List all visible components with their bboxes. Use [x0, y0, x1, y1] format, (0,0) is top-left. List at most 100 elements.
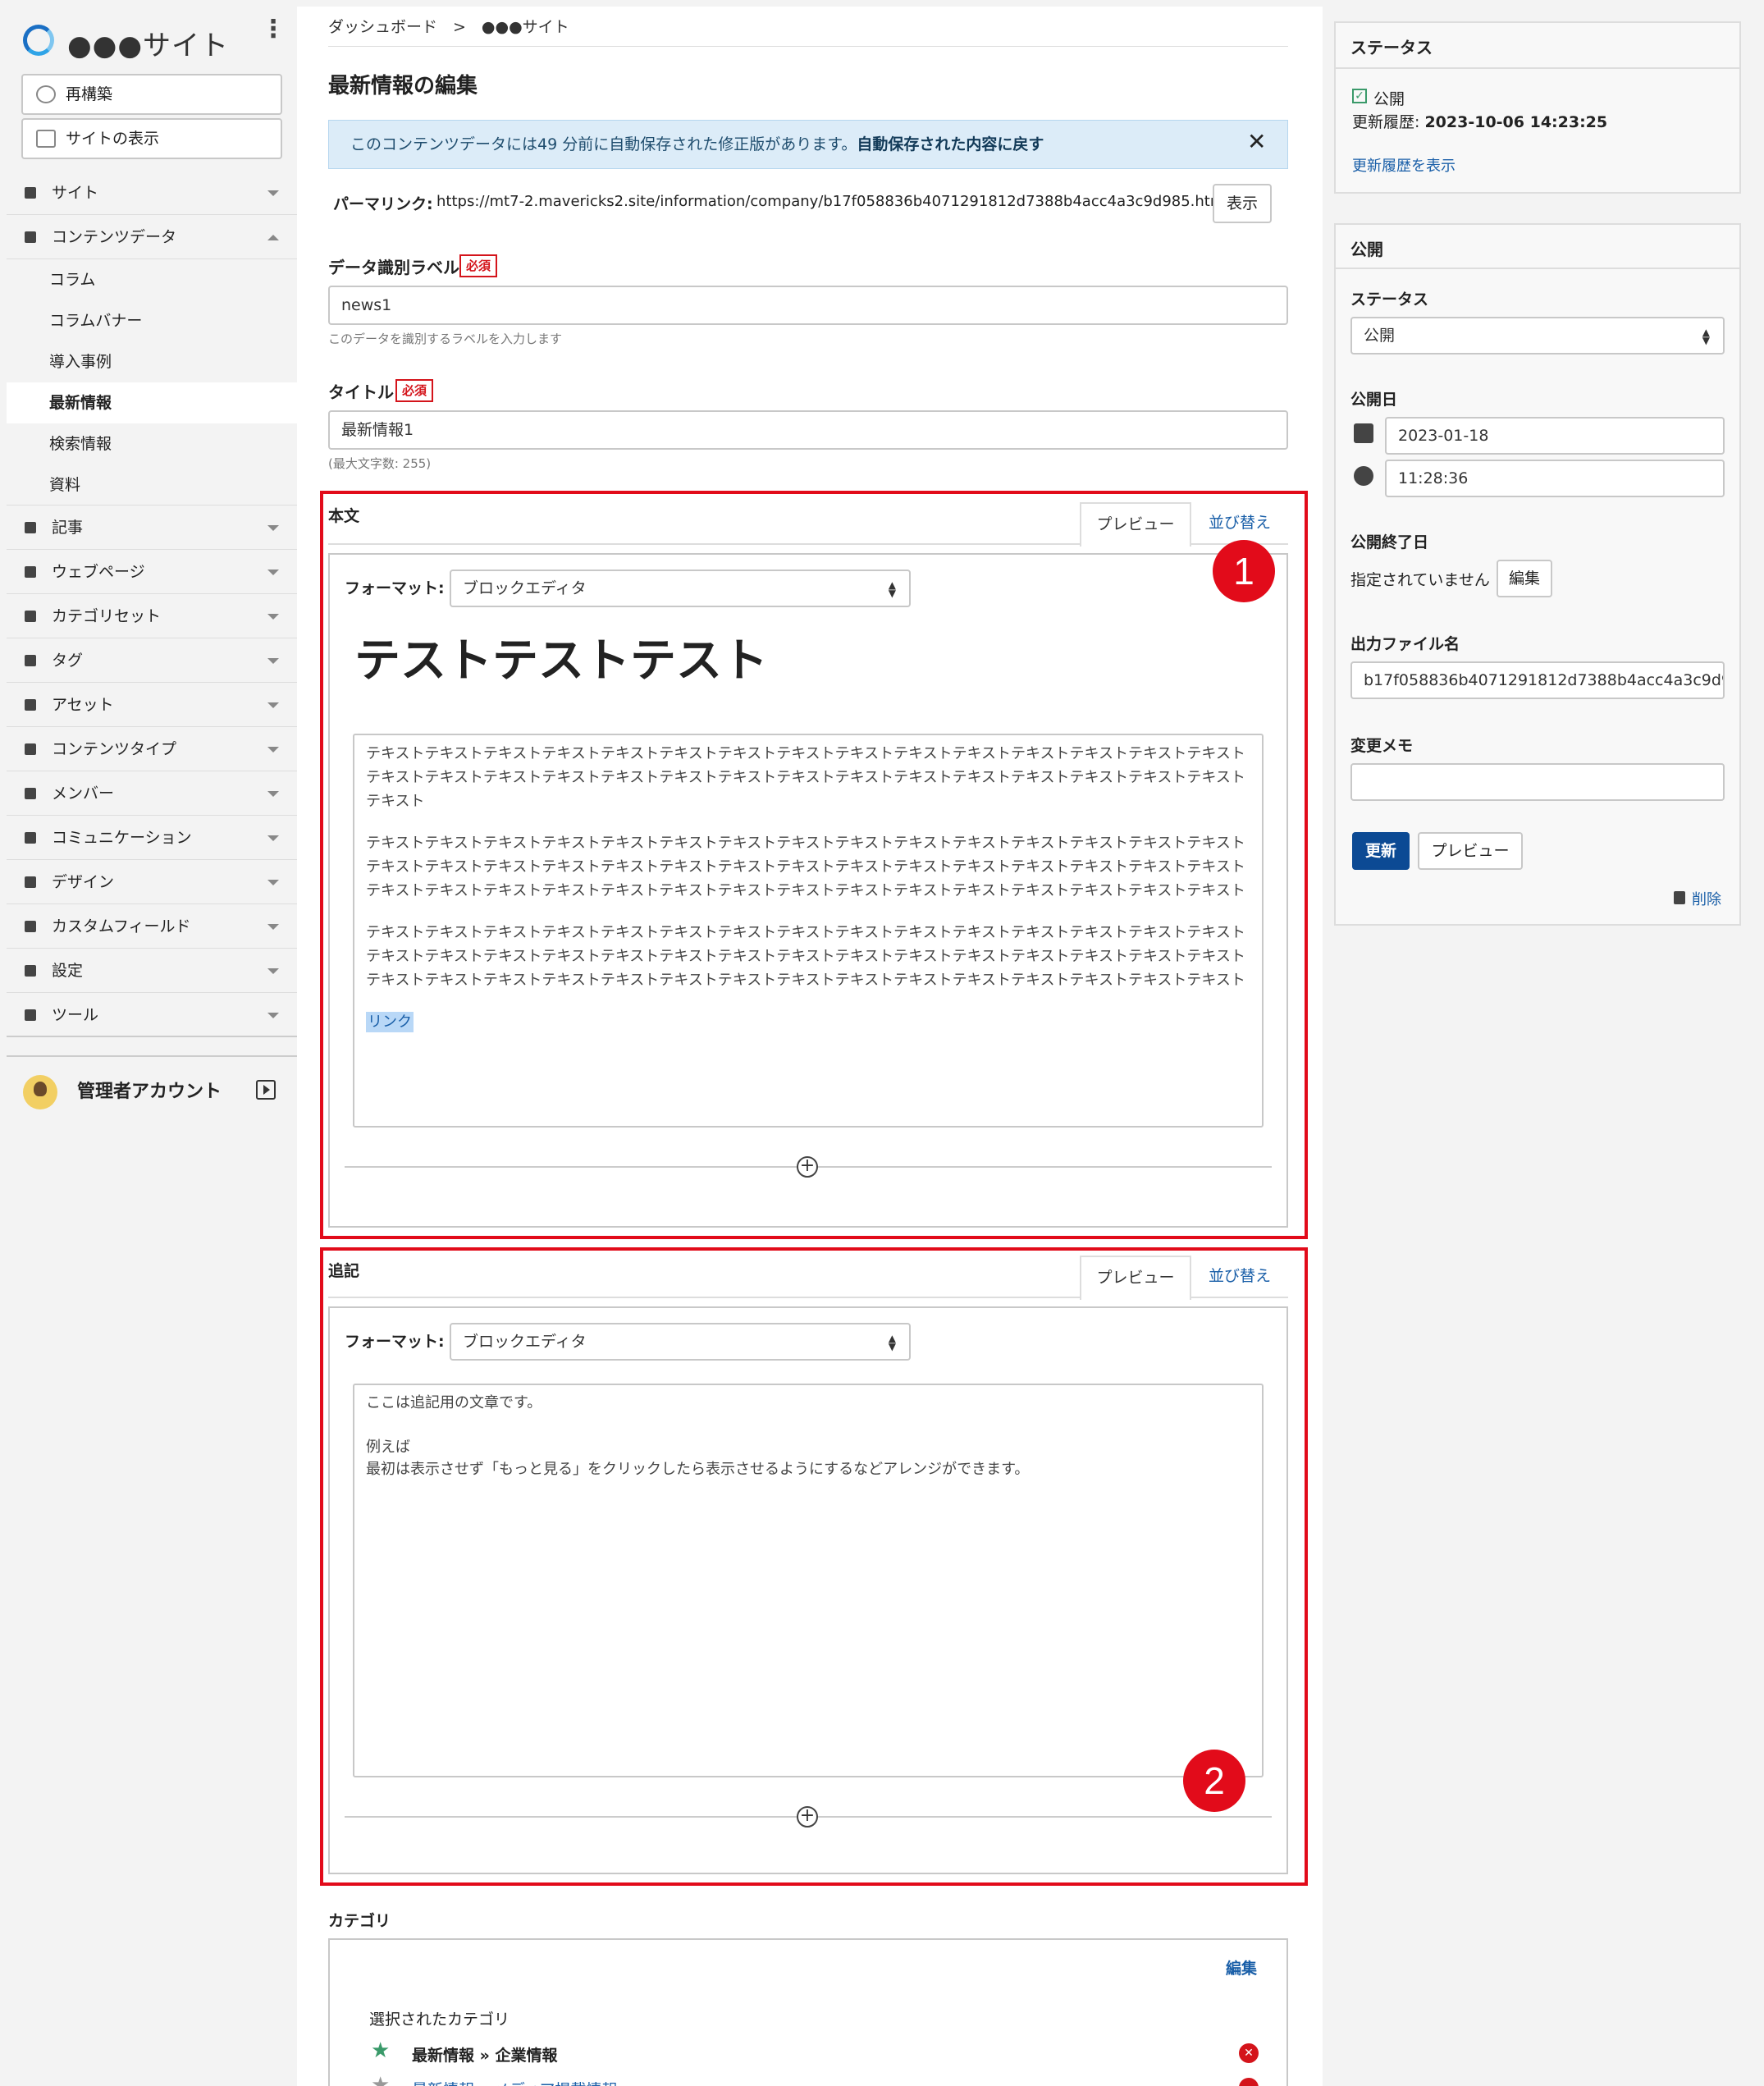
- asset-icon: [25, 699, 36, 711]
- filename-label: 出力ファイル名: [1350, 635, 1460, 653]
- filename-input[interactable]: b17f058836b4071291812d7388b4acc4a3c9d985: [1350, 661, 1725, 699]
- nav-label: 設定: [52, 962, 84, 980]
- body-text-block[interactable]: テキストテキストテキストテキストテキストテキストテキストテキストテキストテキスト…: [353, 734, 1264, 1128]
- movable-type-logo-icon[interactable]: [23, 25, 54, 56]
- webpage-icon: [25, 566, 36, 578]
- nav-content-data[interactable]: コンテンツデータ: [7, 215, 297, 259]
- member-icon: [25, 788, 36, 799]
- select-arrows-icon: ▲ ▼: [888, 579, 896, 599]
- nav-site[interactable]: サイト: [7, 171, 297, 215]
- nav-category-set[interactable]: カテゴリセット: [7, 594, 297, 638]
- status-panel-title: ステータス: [1350, 38, 1433, 57]
- publish-date-input[interactable]: 2023-01-18: [1385, 417, 1725, 455]
- sidebar-divider: [7, 1055, 297, 1057]
- select-arrows-icon: ▲ ▼: [1702, 327, 1710, 346]
- memo-label: 変更メモ: [1350, 737, 1414, 755]
- chevron-down-icon: [267, 614, 279, 620]
- nav-label: コンテンツタイプ: [52, 740, 177, 758]
- account-name[interactable]: 管理者アカウント: [77, 1077, 222, 1103]
- label-input[interactable]: news1: [328, 286, 1288, 325]
- format-select[interactable]: ブロックエディタ ▲ ▼: [450, 1323, 911, 1361]
- select-arrows-icon: ▲ ▼: [888, 1333, 896, 1352]
- view-site-label: サイトの表示: [66, 130, 160, 148]
- nav-label: メンバー: [52, 785, 115, 803]
- nav-tools[interactable]: ツール: [7, 993, 297, 1037]
- content-item-search[interactable]: 検索情報: [7, 423, 297, 464]
- nav-communication[interactable]: コミュニケーション: [7, 816, 297, 860]
- memo-input[interactable]: [1350, 763, 1725, 801]
- chevron-down-icon: [267, 525, 279, 531]
- nav-webpage[interactable]: ウェブページ: [7, 550, 297, 594]
- add-block-plus-icon[interactable]: +: [797, 1156, 818, 1178]
- delete-link[interactable]: 削除: [1692, 888, 1721, 909]
- history: 更新履歴: 2023-10-06 14:23:25: [1352, 110, 1607, 132]
- site-name[interactable]: ●●●サイト: [67, 23, 229, 63]
- rebuild-button[interactable]: 再構築: [21, 74, 282, 115]
- calendar-icon[interactable]: [1354, 423, 1373, 443]
- permalink-url[interactable]: https://mt7-2.mavericks2.site/informatio…: [436, 193, 1228, 210]
- content-item-column-banner[interactable]: コラムバナー: [7, 300, 297, 341]
- nav-design[interactable]: デザイン: [7, 860, 297, 904]
- star-icon[interactable]: ★: [371, 2040, 390, 2061]
- chevron-down-icon: [267, 924, 279, 930]
- body-paragraph: テキストテキストテキストテキストテキストテキストテキストテキストテキストテキスト…: [366, 924, 1245, 989]
- title-input[interactable]: 最新情報1: [328, 410, 1288, 450]
- update-button[interactable]: 更新: [1352, 832, 1410, 870]
- status-select[interactable]: 公開 ▲ ▼: [1350, 317, 1725, 355]
- nav-custom-field[interactable]: カスタムフィールド: [7, 904, 297, 949]
- publish-panel-title: 公開: [1350, 240, 1383, 259]
- view-history-link[interactable]: 更新履歴を表示: [1352, 154, 1456, 176]
- content-item-documents[interactable]: 資料: [7, 464, 297, 505]
- site-icon: [25, 187, 36, 199]
- chevron-down-icon: [267, 190, 279, 196]
- site-menu-kebab-icon[interactable]: ⋮: [261, 17, 286, 42]
- label-field-label: データ識別ラベル: [328, 258, 459, 277]
- tab-preview[interactable]: プレビュー: [1080, 1256, 1191, 1300]
- tab-sort[interactable]: 並び替え: [1195, 1256, 1285, 1300]
- format-label: フォーマット:: [345, 579, 445, 597]
- postscript-text-block[interactable]: ここは追記用の文章です。 例えば 最初は表示させず「もっと見る」をクリックしたら…: [353, 1384, 1264, 1777]
- nav-member[interactable]: メンバー: [7, 771, 297, 816]
- clock-icon[interactable]: [1354, 466, 1373, 486]
- selected-category-label: 選択されたカテゴリ: [369, 2011, 510, 2029]
- view-site-button[interactable]: サイトの表示: [21, 118, 282, 159]
- view-permalink-button[interactable]: 表示: [1213, 184, 1272, 223]
- postscript-line: 最初は表示させず「もっと見る」をクリックしたら表示させるようにするなどアレンジが…: [366, 1461, 1030, 1478]
- star-icon[interactable]: ★: [371, 2075, 390, 2086]
- nav-tag[interactable]: タグ: [7, 638, 297, 683]
- category-item[interactable]: 最新情報 » メディア掲載情報: [412, 2078, 617, 2086]
- preview-button[interactable]: プレビュー: [1418, 832, 1523, 870]
- body-link[interactable]: リンク: [366, 1012, 414, 1032]
- nav-asset[interactable]: アセット: [7, 683, 297, 727]
- nav-blog[interactable]: 記事: [7, 505, 297, 550]
- postscript-line: [366, 1414, 1250, 1436]
- nav-settings[interactable]: 設定: [7, 949, 297, 993]
- block-heading[interactable]: テストテストテスト: [354, 624, 768, 690]
- chevron-down-icon: [267, 1013, 279, 1018]
- chevron-down-icon: [267, 570, 279, 575]
- breadcrumb[interactable]: ダッシュボード > ●●●サイト: [328, 15, 569, 37]
- chevron-down-icon: [267, 658, 279, 664]
- end-date-edit-button[interactable]: 編集: [1497, 560, 1552, 597]
- format-select[interactable]: ブロックエディタ ▲ ▼: [450, 570, 911, 607]
- nav-label: サイト: [52, 184, 99, 202]
- content-item-news[interactable]: 最新情報: [7, 382, 297, 423]
- chevron-up-icon: [267, 235, 279, 240]
- chevron-down-icon: [267, 835, 279, 841]
- restore-autosave-link[interactable]: 自動保存された内容に戻す: [857, 135, 1044, 153]
- add-block-plus-icon[interactable]: +: [797, 1806, 818, 1828]
- panel-divider: [1334, 67, 1741, 69]
- nav-label: コンテンツデータ: [52, 228, 177, 246]
- publish-time-input[interactable]: 11:28:36: [1385, 460, 1725, 497]
- content-item-column[interactable]: コラム: [7, 259, 297, 300]
- avatar[interactable]: [23, 1075, 57, 1109]
- trash-icon[interactable]: [1674, 891, 1685, 904]
- logout-icon[interactable]: [256, 1080, 276, 1100]
- content-item-case[interactable]: 導入事例: [7, 341, 297, 382]
- title-field-label: タイトル: [328, 382, 394, 402]
- nav-content-type[interactable]: コンテンツタイプ: [7, 727, 297, 771]
- remove-category-icon[interactable]: ✕: [1239, 2043, 1259, 2063]
- close-icon[interactable]: ✕: [1247, 128, 1266, 155]
- category-edit-link[interactable]: 編集: [1226, 1956, 1257, 1978]
- tab-preview[interactable]: プレビュー: [1080, 502, 1191, 547]
